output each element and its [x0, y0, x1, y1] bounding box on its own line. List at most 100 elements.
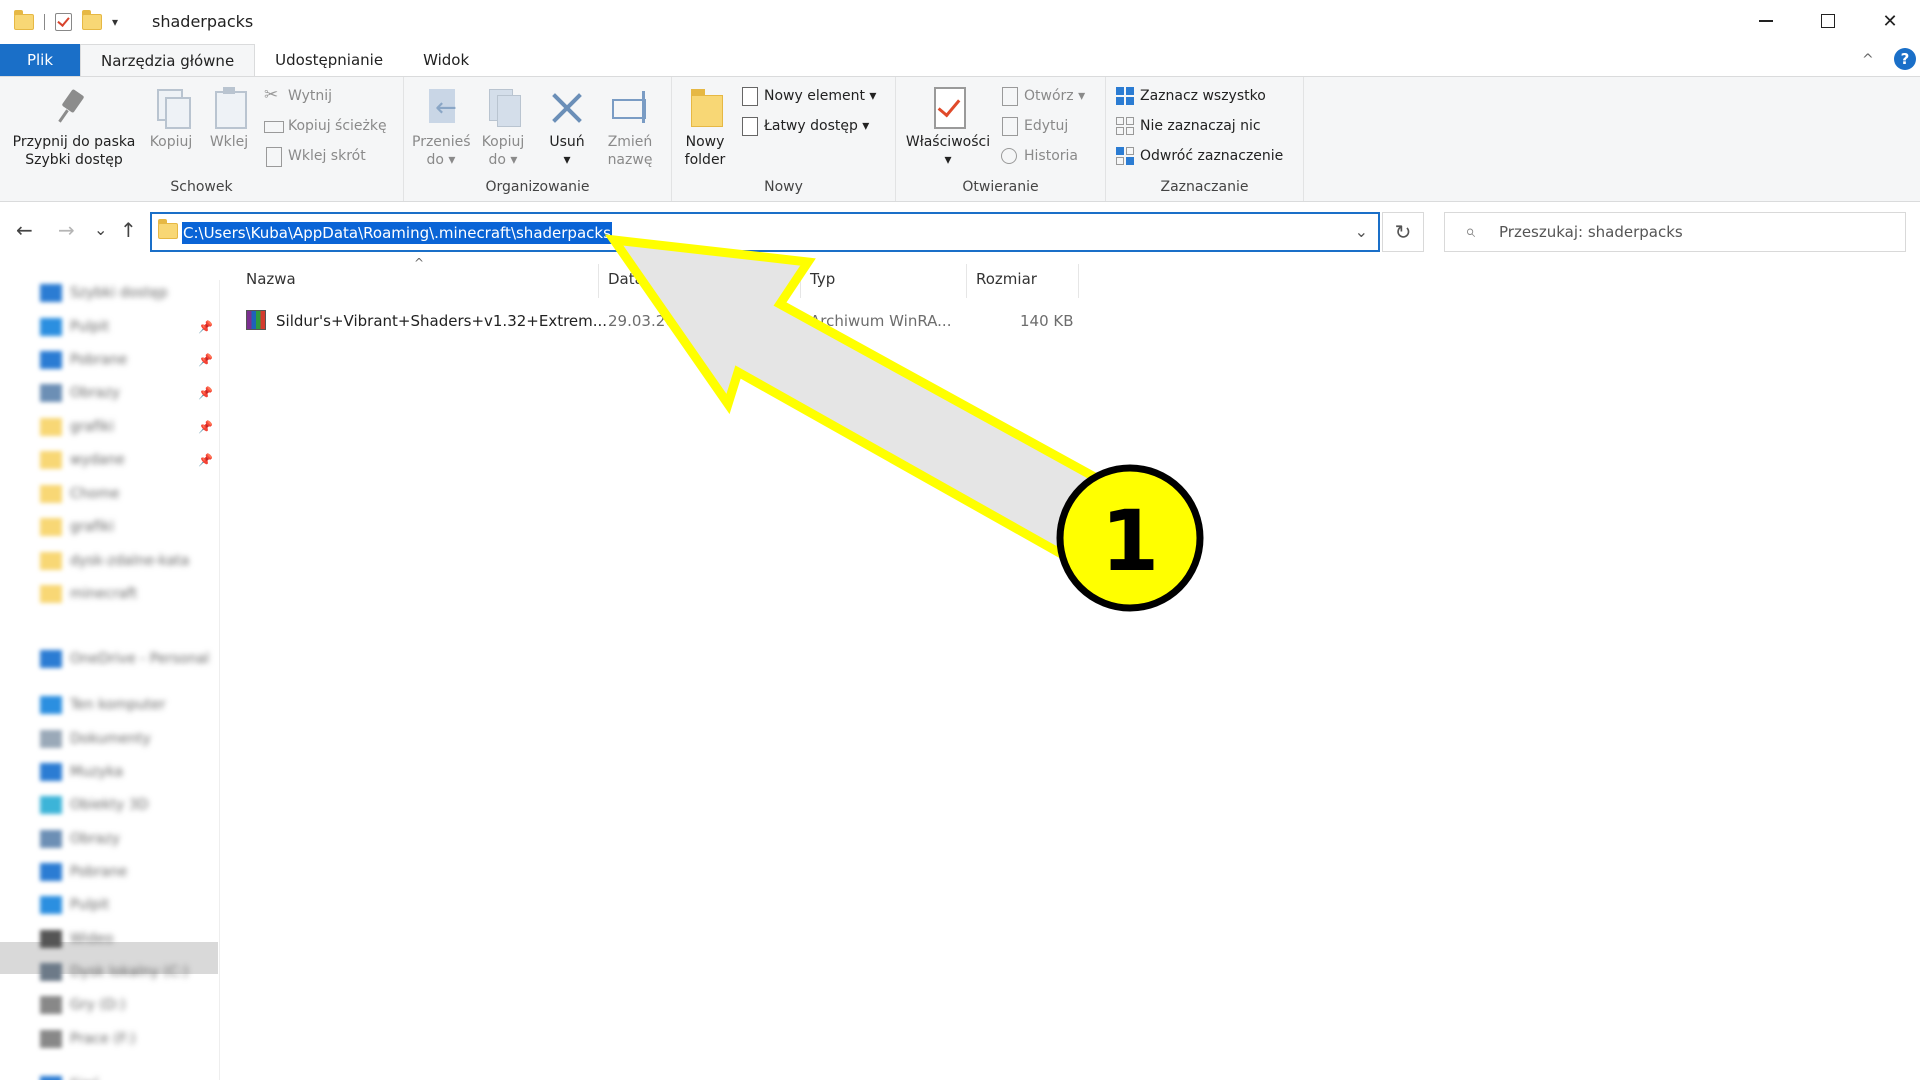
move-to-button[interactable]: Przenieś do ▾ — [412, 85, 471, 169]
history-label: Historia — [1024, 148, 1078, 164]
network-icon — [40, 1076, 62, 1080]
sidebar-item[interactable]: Dysk lokalny (C:) — [40, 959, 189, 985]
easy-access-button[interactable]: Łatwy dostęp ▾ — [740, 117, 869, 136]
copy-button[interactable]: Kopiuj — [144, 85, 198, 151]
sidebar-item-label: Pobrane — [70, 352, 128, 368]
sidebar-item[interactable]: OneDrive - Personal — [40, 646, 209, 672]
collapse-ribbon-icon[interactable]: ^ — [1862, 52, 1874, 68]
up-button[interactable]: ↑ — [120, 218, 137, 242]
pin-icon[interactable]: 📌 — [198, 353, 213, 367]
properties-button[interactable]: Właściwości ▾ — [902, 85, 994, 169]
copy-to-button[interactable]: Kopiuj do ▾ — [474, 85, 532, 169]
help-icon[interactable]: ? — [1894, 48, 1916, 70]
qat-separator — [44, 14, 45, 30]
back-button[interactable]: ← — [16, 218, 33, 242]
paste-shortcut-button[interactable]: Wklej skrót — [264, 147, 366, 167]
folder-icon — [40, 485, 62, 503]
search-icon: ⌕ — [1465, 221, 1476, 242]
forward-button[interactable]: → — [58, 218, 75, 242]
tab-share[interactable]: Udostępnianie — [255, 44, 403, 76]
column-divider[interactable] — [966, 264, 967, 298]
invert-selection-button[interactable]: Odwróć zaznaczenie — [1116, 147, 1283, 165]
sidebar-item[interactable]: minecraft — [40, 581, 137, 607]
sidebar-item[interactable]: Chome — [40, 481, 119, 507]
sidebar-item[interactable]: Prace (F:) — [40, 1026, 136, 1052]
sidebar-item[interactable]: Dokumenty — [40, 726, 151, 752]
sidebar-item-label: Dysk lokalny (C:) — [70, 964, 189, 980]
sidebar-item[interactable]: Pulpit — [40, 314, 109, 340]
close-button[interactable]: ✕ — [1858, 0, 1920, 42]
group-label-select: Zaznaczanie — [1160, 179, 1249, 195]
paste-label: Wklej — [209, 134, 249, 150]
folder-icon — [14, 10, 34, 30]
tab-view[interactable]: Widok — [403, 44, 489, 76]
select-all-button[interactable]: Zaznacz wszystko — [1116, 87, 1266, 105]
pin-quick-access-button[interactable]: Przypnij do paska Szybki dostęp — [8, 85, 140, 169]
sidebar-item[interactable]: grafiki — [40, 514, 114, 540]
sidebar-item[interactable]: Sieć — [40, 1072, 99, 1080]
search-input[interactable] — [1499, 213, 1899, 251]
delete-button[interactable]: Usuń ▾ — [542, 85, 592, 169]
minimize-button[interactable] — [1734, 0, 1798, 42]
file-row[interactable]: Sildur's+Vibrant+Shaders+v1.32+Extrem...… — [244, 308, 1074, 334]
sidebar-item-label: minecraft — [70, 586, 138, 602]
pin-icon[interactable]: 📌 — [198, 320, 213, 334]
address-dropdown-button[interactable]: ⌄ — [1355, 222, 1368, 241]
pin-icon[interactable]: 📌 — [198, 386, 213, 400]
tab-file[interactable]: Plik — [0, 44, 80, 76]
ribbon-tabs: Plik Narzędzia główne Udostępnianie Wido… — [0, 44, 1920, 76]
history-button[interactable]: Historia — [1000, 147, 1078, 165]
copy-path-button[interactable]: Kopiuj ścieżkę — [264, 117, 387, 135]
sidebar-item[interactable]: Pulpit — [40, 892, 109, 918]
sidebar-item[interactable]: dysk-zdalne-kata — [40, 548, 189, 574]
column-header-date[interactable]: Data — [608, 270, 644, 294]
column-header-type[interactable]: Typ — [810, 270, 835, 294]
address-bar[interactable]: C:\Users\Kuba\AppData\Roaming\.minecraft… — [150, 212, 1380, 252]
move-to-label-2: do ▾ — [426, 152, 456, 168]
sidebar-item[interactable]: Pobrane — [40, 859, 127, 885]
title-bar: ▾ shaderpacks ✕ — [0, 0, 1920, 42]
refresh-button[interactable]: ↻ — [1382, 212, 1424, 252]
pin-icon[interactable]: 📌 — [198, 453, 213, 467]
column-divider[interactable] — [800, 264, 801, 298]
maximize-button[interactable] — [1796, 0, 1860, 42]
sidebar-item[interactable]: Ten komputer — [40, 692, 166, 718]
sidebar-item[interactable]: Gry (D:) — [40, 992, 126, 1018]
sidebar-item[interactable]: Muzyka — [40, 759, 123, 785]
sidebar-item[interactable]: Obiekty 3D — [40, 792, 148, 818]
sidebar-item[interactable]: grafiki — [40, 414, 114, 440]
new-folder-icon[interactable] — [82, 10, 102, 30]
open-label: Otwórz ▾ — [1024, 88, 1086, 104]
sidebar-item[interactable]: Obrazy — [40, 826, 120, 852]
column-divider[interactable] — [598, 264, 599, 298]
sidebar-item[interactable]: Obrazy — [40, 380, 120, 406]
address-path[interactable]: C:\Users\Kuba\AppData\Roaming\.minecraft… — [182, 222, 612, 244]
sidebar-item[interactable]: Wideo — [40, 926, 114, 952]
new-folder-button[interactable]: Nowy folder — [678, 85, 732, 169]
folder-icon — [40, 585, 62, 603]
rename-button[interactable]: Zmień nazwę — [602, 85, 658, 169]
select-none-button[interactable]: Nie zaznaczaj nic — [1116, 117, 1261, 135]
column-header-name[interactable]: Nazwa — [246, 270, 296, 294]
sidebar-item[interactable]: wydane — [40, 447, 125, 473]
edit-button[interactable]: Edytuj — [1000, 117, 1068, 136]
paste-shortcut-label: Wklej skrót — [288, 148, 366, 164]
delete-icon — [547, 85, 587, 129]
column-header-size[interactable]: Rozmiar — [976, 270, 1037, 294]
sidebar-item[interactable]: Szybki dostęp — [40, 280, 168, 306]
column-divider[interactable] — [1078, 264, 1079, 298]
pin-icon[interactable]: 📌 — [198, 420, 213, 434]
file-type: Archiwum WinRA... — [810, 312, 952, 330]
open-button[interactable]: Otwórz ▾ — [1000, 87, 1086, 106]
recent-locations-button[interactable]: ⌄ — [94, 220, 107, 239]
properties-icon[interactable] — [55, 13, 72, 31]
group-clipboard: Przypnij do paska Szybki dostęp Kopiuj W… — [0, 77, 404, 201]
search-box[interactable]: ⌕ — [1444, 212, 1906, 252]
tab-home[interactable]: Narzędzia główne — [80, 44, 256, 76]
cut-button[interactable]: Wytnij — [264, 85, 332, 105]
customize-qat-button[interactable]: ▾ — [112, 15, 118, 29]
new-item-button[interactable]: Nowy element ▾ — [740, 87, 876, 106]
pin-icon — [54, 85, 94, 129]
sidebar-item[interactable]: Pobrane — [40, 347, 127, 373]
paste-button[interactable]: Wklej — [204, 85, 254, 151]
